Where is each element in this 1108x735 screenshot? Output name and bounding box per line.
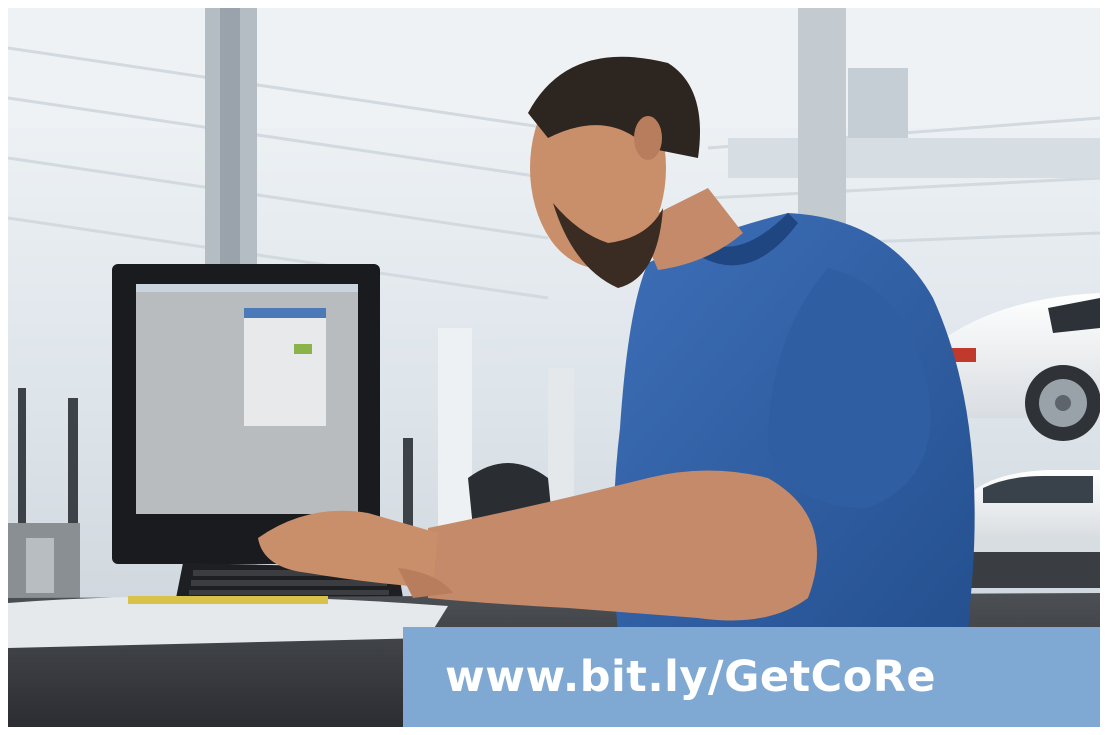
workshop-photo [8,8,1100,727]
url-banner[interactable]: www.bit.ly/GetCoRe [403,627,1100,727]
hero-image-frame: www.bit.ly/GetCoRe [8,8,1100,727]
url-link-text[interactable]: www.bit.ly/GetCoRe [445,652,936,702]
